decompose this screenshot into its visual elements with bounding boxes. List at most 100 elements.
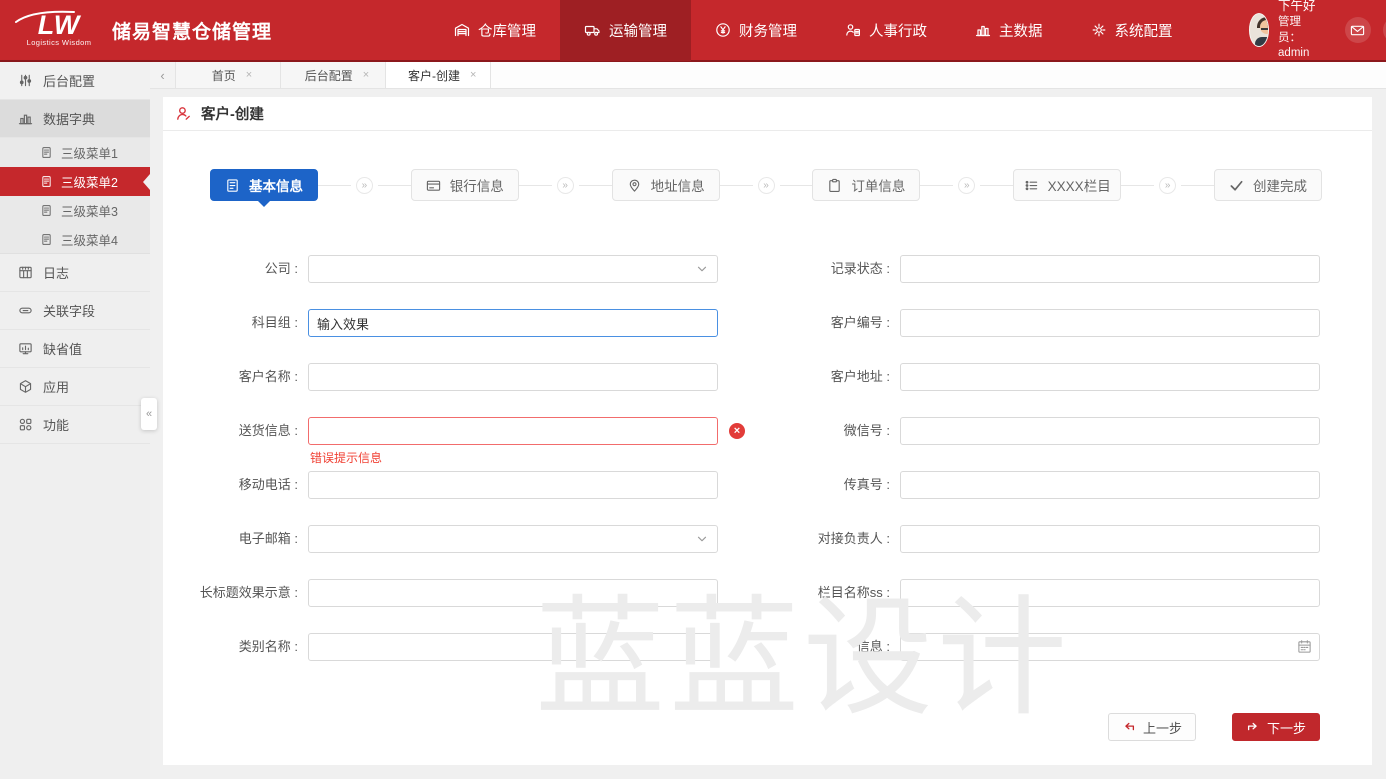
prev-step-label: 上一步	[1143, 718, 1182, 737]
chart-icon	[18, 111, 33, 126]
nav-transport[interactable]: 运输管理	[560, 0, 691, 61]
monitor-icon	[18, 341, 33, 356]
sidebar-item-default-values[interactable]: 缺省值	[0, 330, 150, 368]
fax-input[interactable]	[900, 471, 1320, 499]
truck-icon	[584, 22, 601, 38]
customer-number-input[interactable]	[900, 309, 1320, 337]
column-name-input[interactable]	[900, 579, 1320, 607]
step-order-info[interactable]: 订单信息	[812, 169, 920, 201]
field-label: 记录状态 :	[718, 255, 900, 283]
wechat-input[interactable]	[900, 417, 1320, 445]
sidebar-item-linked-fields[interactable]: 关联字段	[0, 292, 150, 330]
next-step-label: 下一步	[1267, 718, 1306, 737]
sidebar-item-label: 功能	[43, 415, 69, 434]
contact-person-input[interactable]	[900, 525, 1320, 553]
date-field[interactable]	[900, 633, 1320, 661]
map-pin-icon	[627, 178, 642, 193]
mail-button[interactable]	[1345, 17, 1371, 43]
sidebar-item-submenu-4[interactable]: 三级菜单4	[0, 225, 150, 254]
sidebar-item-data-dictionary[interactable]: 数据字典	[0, 100, 150, 138]
sidebar-item-submenu-2[interactable]: 三级菜单2	[0, 167, 150, 196]
subject-group-input[interactable]	[308, 309, 718, 337]
sidebar-item-submenu-1[interactable]: 三级菜单1	[0, 138, 150, 167]
content-card: 客户-创建 基本信息 » 银行信息 » 地址信息 » 订单信息 »	[163, 97, 1372, 765]
step-connector: »	[318, 177, 411, 194]
step-basic-info[interactable]: 基本信息	[210, 169, 318, 201]
tab-home[interactable]: 首页 ×	[176, 62, 281, 88]
customer-address-input[interactable]	[900, 363, 1320, 391]
close-icon[interactable]: ×	[363, 69, 369, 81]
sidebar-collapse-handle[interactable]: «	[141, 398, 157, 430]
step-label: 订单信息	[851, 175, 905, 195]
nav-settings[interactable]: 系统配置	[1067, 0, 1197, 61]
app-title: 储易智慧仓储管理	[112, 17, 272, 44]
gear-icon	[1091, 22, 1107, 38]
double-chevron-icon: »	[356, 177, 373, 194]
mobile-phone-input[interactable]	[308, 471, 718, 499]
double-chevron-icon: »	[758, 177, 775, 194]
chevron-left-icon: ‹	[160, 68, 164, 83]
tab-customer-create[interactable]: 客户-创建 ×	[386, 62, 491, 88]
step-create-complete[interactable]: 创建完成	[1214, 169, 1322, 201]
tab-scroll-left-button[interactable]: ‹	[150, 62, 176, 88]
user-role: 管理员：admin	[1278, 15, 1323, 62]
nav-label: 系统配置	[1115, 20, 1173, 41]
sidebar-item-functions[interactable]: 功能	[0, 406, 150, 444]
nav-finance[interactable]: 财务管理	[691, 0, 821, 61]
field-label: 类别名称 :	[163, 633, 308, 661]
close-icon[interactable]: ×	[470, 69, 476, 81]
prev-step-button[interactable]: 上一步	[1108, 713, 1196, 741]
field-label: 公司 :	[163, 255, 308, 283]
step-bank-info[interactable]: 银行信息	[411, 169, 519, 201]
sidebar-item-logs[interactable]: 日志	[0, 254, 150, 292]
sliders-icon	[18, 73, 33, 88]
nav-hr[interactable]: 人事行政	[821, 0, 951, 61]
long-title-demo-input[interactable]	[308, 579, 718, 607]
sidebar-item-submenu-3[interactable]: 三级菜单3	[0, 196, 150, 225]
field-label: 客户地址 :	[718, 363, 900, 391]
user-info[interactable]: 下午好 管理员：admin	[1249, 0, 1323, 62]
logo-mark: LW Logistics Wisdom	[20, 13, 98, 47]
clipboard-icon	[827, 178, 842, 193]
customer-name-input[interactable]	[308, 363, 718, 391]
tab-backend-config[interactable]: 后台配置 ×	[281, 62, 386, 88]
field-label: 送货信息 :	[163, 417, 308, 445]
company-select[interactable]	[308, 255, 718, 283]
delivery-info-input[interactable]	[308, 417, 718, 445]
double-chevron-icon: »	[1159, 177, 1176, 194]
wizard-footer: 上一步 下一步	[1108, 713, 1320, 741]
double-chevron-icon: »	[958, 177, 975, 194]
finance-icon	[715, 22, 731, 38]
doc-icon	[40, 204, 53, 217]
nav-label: 人事行政	[869, 20, 927, 41]
sidebar-item-label: 后台配置	[43, 71, 95, 90]
company-select-input[interactable]	[308, 255, 718, 283]
sidebar-item-applications[interactable]: 应用	[0, 368, 150, 406]
nav-masterdata[interactable]: 主数据	[951, 0, 1067, 61]
email-select[interactable]	[308, 525, 718, 553]
main-nav: 仓库管理 运输管理 财务管理 人事行政 主数据 系统配置	[430, 0, 1197, 61]
step-label: 地址信息	[651, 175, 705, 195]
category-name-input[interactable]	[308, 633, 718, 661]
sidebar-item-backend-config[interactable]: 后台配置	[0, 62, 150, 100]
step-address-info[interactable]: 地址信息	[612, 169, 720, 201]
tab-label: 后台配置	[305, 67, 353, 84]
close-icon[interactable]: ×	[246, 69, 252, 81]
record-status-input[interactable]	[900, 255, 1320, 283]
mail-icon	[1350, 23, 1365, 38]
app-logo: LW Logistics Wisdom 储易智慧仓储管理	[0, 13, 300, 47]
step-connector: »	[1121, 177, 1214, 194]
doc-icon	[40, 233, 53, 246]
doc-lines-icon	[225, 178, 240, 193]
calendar-icon[interactable]	[1297, 639, 1312, 654]
step-xxxx-column[interactable]: XXXX栏目	[1013, 169, 1121, 201]
date-input[interactable]	[900, 633, 1320, 661]
nav-warehouse[interactable]: 仓库管理	[430, 0, 560, 61]
customer-form: 公司 : 记录状态 : 科目组 : 客户编号 : 客户名称 : 客户地址 : 送…	[163, 255, 1372, 661]
next-step-button[interactable]: 下一步	[1232, 713, 1320, 741]
sidebar-item-label: 应用	[43, 377, 69, 396]
step-connector: »	[519, 177, 612, 194]
field-label: 信息 :	[718, 633, 900, 661]
hr-icon	[845, 22, 861, 38]
email-select-input[interactable]	[308, 525, 718, 553]
